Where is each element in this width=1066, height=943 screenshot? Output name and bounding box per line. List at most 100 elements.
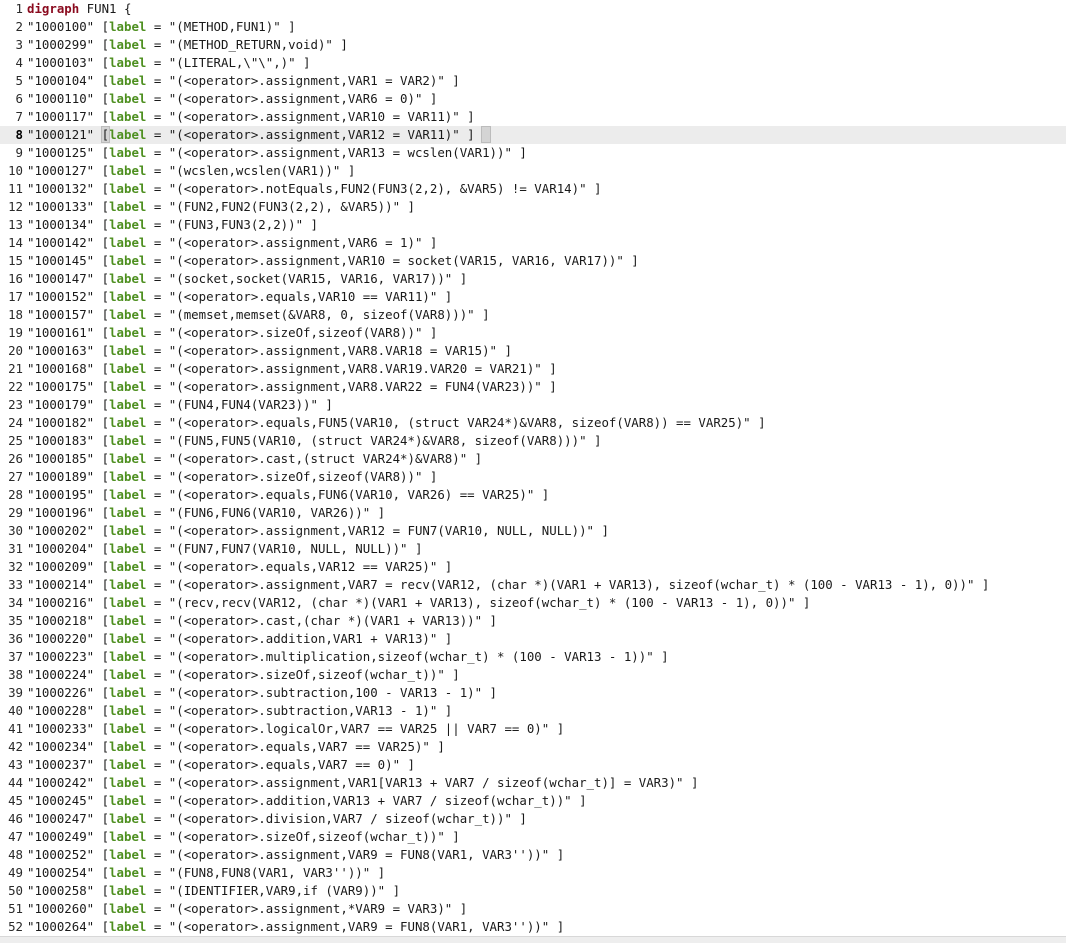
code-line[interactable]: 18 "1000157" [label = "(memset,memset(&VA… (0, 306, 1066, 324)
code-line[interactable]: 38 "1000224" [label = "(<operator>.sizeOf… (0, 666, 1066, 684)
attribute-token: label (109, 361, 147, 376)
code-line[interactable]: 24 "1000182" [label = "(<operator>.equals… (0, 414, 1066, 432)
line-number: 27 (8, 469, 23, 484)
node-id-token: "1000175" (27, 379, 95, 394)
code-line[interactable]: 29 "1000196" [label = "(FUN6,FUN6(VAR10, … (0, 504, 1066, 522)
node-id-token: "1000183" (27, 433, 95, 448)
code-line[interactable]: 42 "1000234" [label = "(<operator>.equals… (0, 738, 1066, 756)
code-line[interactable]: 17 "1000152" [label = "(<operator>.equals… (0, 288, 1066, 306)
open-bracket: [ (101, 109, 110, 124)
attribute-token: label (109, 271, 147, 286)
code-line[interactable]: 31 "1000204" [label = "(FUN7,FUN7(VAR10, … (0, 540, 1066, 558)
code-line[interactable]: 6 "1000110" [label = "(<operator>.assignm… (0, 90, 1066, 108)
code-line[interactable]: 41 "1000233" [label = "(<operator>.logica… (0, 720, 1066, 738)
code-line[interactable]: 36 "1000220" [label = "(<operator>.additi… (0, 630, 1066, 648)
label-value-token: "(<operator>.assignment,VAR8.VAR19.VAR20… (168, 361, 557, 376)
code-line[interactable]: 20 "1000163" [label = "(<operator>.assign… (0, 342, 1066, 360)
code-line[interactable]: 5 "1000104" [label = "(<operator>.assignm… (0, 72, 1066, 90)
node-id-token: "1000121" (27, 127, 95, 142)
code-line[interactable]: 15 "1000145" [label = "(<operator>.assign… (0, 252, 1066, 270)
code-line[interactable]: 4 "1000103" [label = "(LITERAL,\"\",)" ] (0, 54, 1066, 72)
code-line[interactable]: 7 "1000117" [label = "(<operator>.assignm… (0, 108, 1066, 126)
open-bracket: [ (101, 307, 110, 322)
code-line[interactable]: 50 "1000258" [label = "(IDENTIFIER,VAR9,i… (0, 882, 1066, 900)
code-line[interactable]: 11 "1000132" [label = "(<operator>.notEqu… (0, 180, 1066, 198)
code-line[interactable]: 33 "1000214" [label = "(<operator>.assign… (0, 576, 1066, 594)
node-id-token: "1000157" (27, 307, 95, 322)
code-lines[interactable]: 1 digraph FUN1 {2 "1000100" [label = "(MET… (0, 0, 1066, 936)
line-number: 52 (8, 919, 23, 934)
code-line[interactable]: 9 "1000125" [label = "(<operator>.assignm… (0, 144, 1066, 162)
code-line[interactable]: 28 "1000195" [label = "(<operator>.equals… (0, 486, 1066, 504)
open-bracket: [ (101, 739, 110, 754)
line-number: 39 (8, 685, 23, 700)
attribute-token: label (109, 91, 147, 106)
attribute-token: label (109, 397, 147, 412)
line-number: 25 (8, 433, 23, 448)
label-value-token: "(<operator>.assignment,VAR1[VAR13 + VAR… (168, 775, 699, 790)
code-line[interactable]: 22 "1000175" [label = "(<operator>.assign… (0, 378, 1066, 396)
code-line[interactable]: 10 "1000127" [label = "(wcslen,wcslen(VAR… (0, 162, 1066, 180)
node-id-token: "1000224" (27, 667, 95, 682)
line-number: 33 (8, 577, 23, 592)
open-bracket: [ (101, 433, 110, 448)
attribute-token: label (109, 469, 147, 484)
node-id-token: "1000202" (27, 523, 95, 538)
node-id-token: "1000234" (27, 739, 95, 754)
label-value-token: "(<operator>.equals,VAR7 == 0)" ] (168, 757, 415, 772)
attribute-token: label (109, 505, 147, 520)
code-line[interactable]: 45 "1000245" [label = "(<operator>.additi… (0, 792, 1066, 810)
open-bracket: [ (101, 181, 110, 196)
code-line[interactable]: 30 "1000202" [label = "(<operator>.assign… (0, 522, 1066, 540)
label-value-token: "(<operator>.assignment,VAR7 = recv(VAR1… (168, 577, 990, 592)
keyword-token: digraph (27, 1, 80, 16)
line-number: 14 (8, 235, 23, 250)
code-line[interactable]: 34 "1000216" [label = "(recv,recv(VAR12, … (0, 594, 1066, 612)
open-bracket: [ (101, 397, 110, 412)
code-line[interactable]: 48 "1000252" [label = "(<operator>.assign… (0, 846, 1066, 864)
code-line[interactable]: 2 "1000100" [label = "(METHOD,FUN1)" ] (0, 18, 1066, 36)
code-line[interactable]: 46 "1000247" [label = "(<operator>.divisi… (0, 810, 1066, 828)
code-line[interactable]: 3 "1000299" [label = "(METHOD_RETURN,void… (0, 36, 1066, 54)
code-line[interactable]: 16 "1000147" [label = "(socket,socket(VAR… (0, 270, 1066, 288)
graph-name-token: FUN1 { (79, 1, 132, 16)
attribute-token: label (109, 577, 147, 592)
node-id-token: "1000245" (27, 793, 95, 808)
open-bracket: [ (101, 829, 110, 844)
code-line[interactable]: 26 "1000185" [label = "(<operator>.cast,(… (0, 450, 1066, 468)
open-bracket: [ (101, 289, 110, 304)
code-line[interactable]: 52 "1000264" [label = "(<operator>.assign… (0, 918, 1066, 936)
code-line[interactable]: 19 "1000161" [label = "(<operator>.sizeOf… (0, 324, 1066, 342)
code-line[interactable]: 13 "1000134" [label = "(FUN3,FUN3(2,2))" … (0, 216, 1066, 234)
code-line[interactable]: 43 "1000237" [label = "(<operator>.equals… (0, 756, 1066, 774)
open-bracket: [ (101, 271, 110, 286)
code-line[interactable]: 23 "1000179" [label = "(FUN4,FUN4(VAR23))… (0, 396, 1066, 414)
horizontal-scrollbar[interactable] (0, 936, 1066, 943)
label-value-token: "(<operator>.cast,(char *)(VAR1 + VAR13)… (168, 613, 498, 628)
attribute-token: label (109, 217, 147, 232)
code-line[interactable]: 8 "1000121" [label = "(<operator>.assignm… (0, 126, 1066, 144)
code-line[interactable]: 27 "1000189" [label = "(<operator>.sizeOf… (0, 468, 1066, 486)
node-id-token: "1000134" (27, 217, 95, 232)
code-line[interactable]: 12 "1000133" [label = "(FUN2,FUN2(FUN3(2,… (0, 198, 1066, 216)
open-bracket: [ (100, 126, 111, 143)
line-number: 18 (8, 307, 23, 322)
code-line[interactable]: 14 "1000142" [label = "(<operator>.assign… (0, 234, 1066, 252)
node-id-token: "1000249" (27, 829, 95, 844)
code-line[interactable]: 1 digraph FUN1 { (0, 0, 1066, 18)
code-line[interactable]: 25 "1000183" [label = "(FUN5,FUN5(VAR10, … (0, 432, 1066, 450)
label-value-token: "(<operator>.sizeOf,sizeof(VAR8))" ] (168, 325, 438, 340)
code-line[interactable]: 21 "1000168" [label = "(<operator>.assign… (0, 360, 1066, 378)
node-id-token: "1000133" (27, 199, 95, 214)
label-value-token: "(<operator>.equals,FUN5(VAR10, (struct … (168, 415, 766, 430)
code-line[interactable]: 37 "1000223" [label = "(<operator>.multip… (0, 648, 1066, 666)
code-line[interactable]: 49 "1000254" [label = "(FUN8,FUN8(VAR1, V… (0, 864, 1066, 882)
code-line[interactable]: 39 "1000226" [label = "(<operator>.subtra… (0, 684, 1066, 702)
code-line[interactable]: 32 "1000209" [label = "(<operator>.equals… (0, 558, 1066, 576)
code-editor[interactable]: 1 digraph FUN1 {2 "1000100" [label = "(MET… (0, 0, 1066, 943)
code-line[interactable]: 35 "1000218" [label = "(<operator>.cast,(… (0, 612, 1066, 630)
code-line[interactable]: 44 "1000242" [label = "(<operator>.assign… (0, 774, 1066, 792)
code-line[interactable]: 40 "1000228" [label = "(<operator>.subtra… (0, 702, 1066, 720)
code-line[interactable]: 51 "1000260" [label = "(<operator>.assign… (0, 900, 1066, 918)
code-line[interactable]: 47 "1000249" [label = "(<operator>.sizeOf… (0, 828, 1066, 846)
